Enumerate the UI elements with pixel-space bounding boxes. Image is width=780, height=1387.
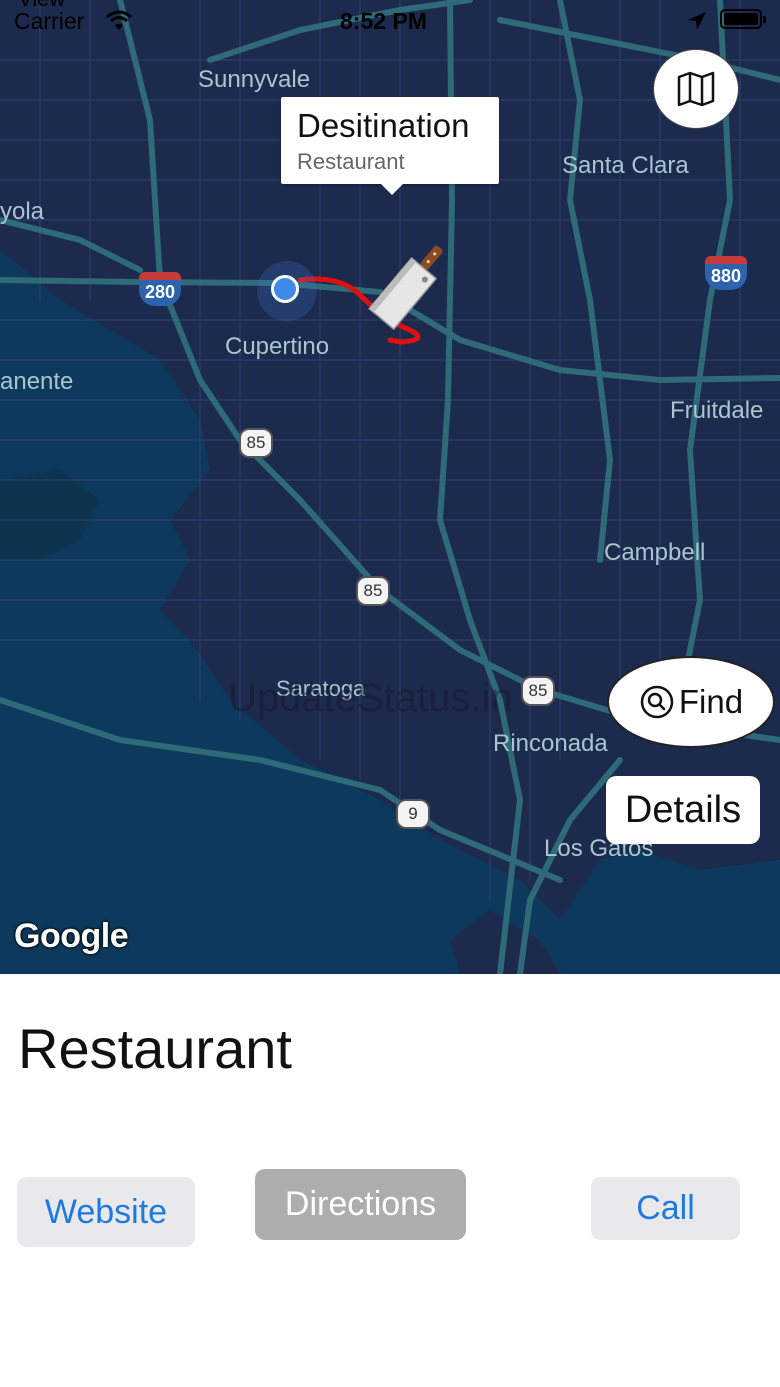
place-title: Restaurant [18,1017,292,1080]
state-route-shield: 85 [239,428,273,458]
status-time: 8:52 PM [340,8,427,34]
callout-title: Desitination [297,107,470,144]
bay-water [0,250,780,974]
place-label-los-altos: yola [0,198,45,225]
place-label-permanente: anente [0,368,74,395]
current-location-dot [271,275,299,303]
state-route-shield: 85 [356,576,390,606]
map-view[interactable]: View Carrier 8:52 PM Sunnyvale Santa Cla… [0,0,780,974]
battery-icon [720,9,766,29]
place-label-campbell: Campbell [604,539,706,566]
place-label-cupertino: Cupertino [225,333,330,360]
interstate-shield: 880 [705,256,747,292]
destination-callout[interactable]: Desitination Restaurant [281,97,499,195]
details-label: Details [624,788,742,831]
interstate-shield: 280 [139,272,181,308]
status-carrier: Carrier [14,8,85,34]
map-type-button[interactable] [653,49,739,129]
details-button[interactable]: Details [606,776,760,844]
place-label-fruitdale: Fruitdale [670,397,764,424]
google-logo: Google [14,917,129,955]
cleaver-knife-icon[interactable] [362,238,458,338]
directions-button[interactable]: Directions [255,1169,466,1240]
map-icon [677,71,715,107]
place-label-santa-clara: Santa Clara [562,152,689,179]
location-arrow-icon [688,12,706,30]
place-label-sunnyvale: Sunnyvale [198,66,311,93]
search-icon [640,685,674,719]
find-label: Find [678,683,744,720]
watermark: UpdateStatus.in [228,676,513,720]
call-button[interactable]: Call [591,1177,740,1240]
wifi-icon [106,10,132,30]
place-label-rinconada: Rinconada [493,730,608,757]
find-button[interactable]: Find [607,656,775,748]
app-screen: View Carrier 8:52 PM Sunnyvale Santa Cla… [0,0,780,1387]
callout-subtitle: Restaurant [297,149,405,174]
website-button[interactable]: Website [17,1177,195,1247]
state-route-shield: 85 [521,676,555,706]
state-route-shield: 9 [396,799,430,829]
